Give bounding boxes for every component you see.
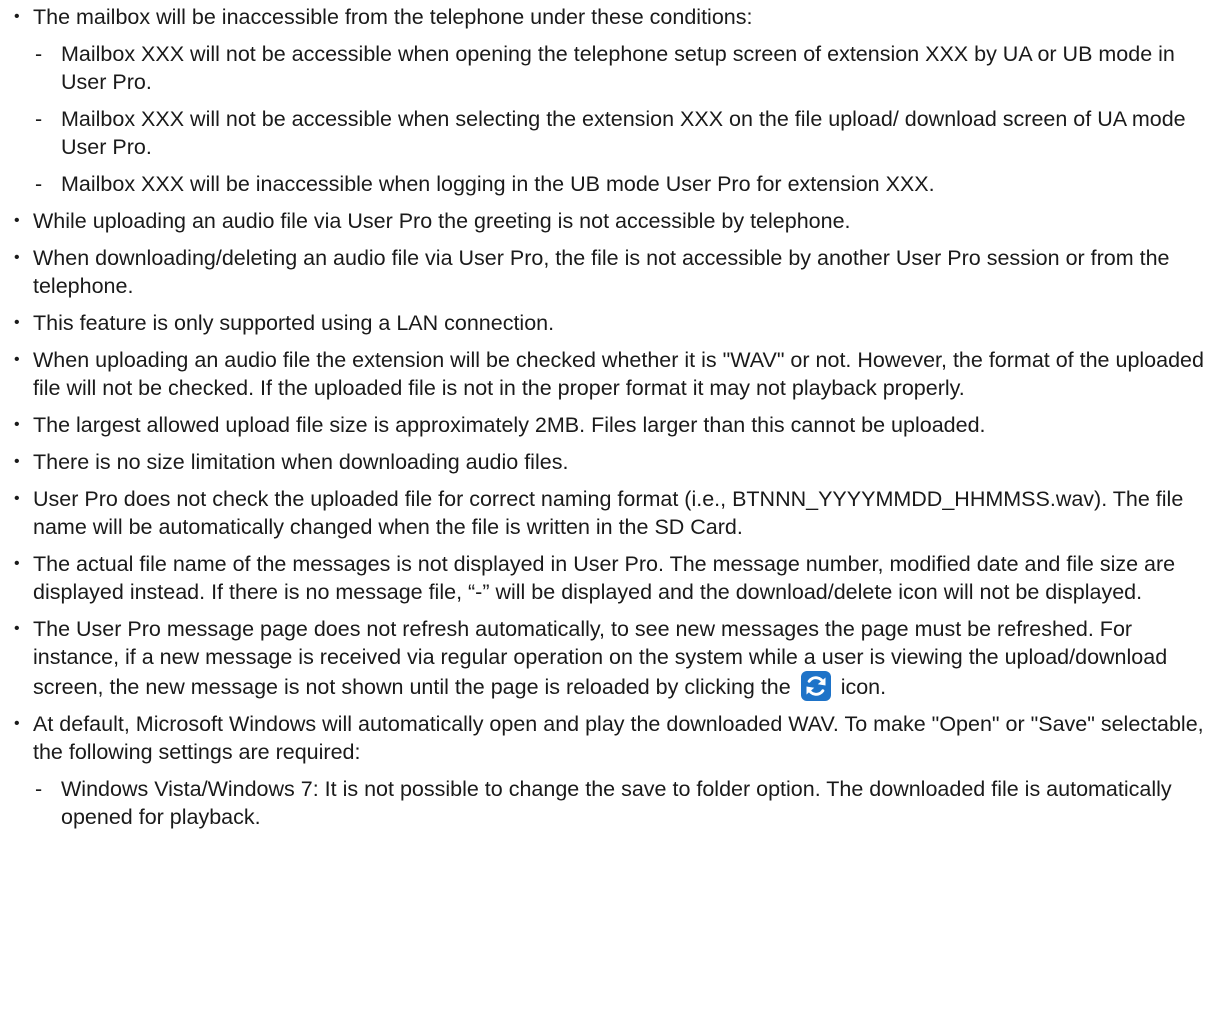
list-item: • At default, Microsoft Windows will aut… bbox=[0, 710, 1223, 831]
sub-list: - Mailbox XXX will not be accessible whe… bbox=[33, 40, 1223, 198]
document-page: • The mailbox will be inaccessible from … bbox=[0, 0, 1223, 1019]
bullet-marker: • bbox=[14, 453, 20, 470]
bullet-marker: • bbox=[14, 351, 20, 368]
notes-list: • The mailbox will be inaccessible from … bbox=[0, 0, 1223, 840]
refresh-icon bbox=[800, 671, 831, 701]
list-item: • User Pro does not check the uploaded f… bbox=[0, 485, 1223, 541]
bullet-marker: • bbox=[14, 314, 20, 331]
list-item-text: The actual file name of the messages is … bbox=[33, 552, 1176, 604]
dash-marker: - bbox=[35, 172, 43, 196]
sub-list-item: - Windows Vista/Windows 7: It is not pos… bbox=[33, 775, 1223, 831]
bullet-marker: • bbox=[14, 8, 20, 25]
sub-list-item-text: Mailbox XXX will be inaccessible when lo… bbox=[61, 172, 935, 196]
sub-list-item: - Mailbox XXX will not be accessible whe… bbox=[33, 105, 1223, 161]
bullet-marker: • bbox=[14, 715, 20, 732]
dash-marker: - bbox=[35, 42, 43, 66]
list-item: • This feature is only supported using a… bbox=[0, 309, 1223, 337]
list-item: • The User Pro message page does not ref… bbox=[0, 615, 1223, 701]
list-item-text: The User Pro message page does not refre… bbox=[33, 617, 1168, 699]
list-item-text: There is no size limitation when downloa… bbox=[33, 450, 569, 474]
dash-marker: - bbox=[35, 777, 43, 801]
bullet-marker: • bbox=[14, 249, 20, 266]
list-item-text: When uploading an audio file the extensi… bbox=[33, 348, 1204, 400]
bullet-marker: • bbox=[14, 490, 20, 507]
sub-list-item: - Mailbox XXX will be inaccessible when … bbox=[33, 170, 1223, 198]
sub-list: - Windows Vista/Windows 7: It is not pos… bbox=[33, 775, 1223, 831]
sub-list-item-text: Mailbox XXX will not be accessible when … bbox=[61, 42, 1175, 94]
bullet-marker: • bbox=[14, 212, 20, 229]
list-item-text: The mailbox will be inaccessible from th… bbox=[33, 5, 753, 29]
bullet-marker: • bbox=[14, 620, 20, 637]
list-item: • When downloading/deleting an audio fil… bbox=[0, 244, 1223, 300]
list-item: • The actual file name of the messages i… bbox=[0, 550, 1223, 606]
sub-list-item-text: Mailbox XXX will not be accessible when … bbox=[61, 107, 1186, 159]
bullet-marker: • bbox=[14, 555, 20, 572]
bullet-marker: • bbox=[14, 416, 20, 433]
list-item: • There is no size limitation when downl… bbox=[0, 448, 1223, 476]
list-item: • When uploading an audio file the exten… bbox=[0, 346, 1223, 402]
list-item: • The mailbox will be inaccessible from … bbox=[0, 3, 1223, 198]
list-item: • The largest allowed upload file size i… bbox=[0, 411, 1223, 439]
list-item-text: User Pro does not check the uploaded fil… bbox=[33, 487, 1184, 539]
sub-list-item: - Mailbox XXX will not be accessible whe… bbox=[33, 40, 1223, 96]
sub-list-item-text: Windows Vista/Windows 7: It is not possi… bbox=[61, 777, 1172, 829]
dash-marker: - bbox=[35, 107, 43, 131]
list-item-text: When downloading/deleting an audio file … bbox=[33, 246, 1170, 298]
list-item-text-suffix: icon. bbox=[840, 675, 887, 699]
list-item-text: This feature is only supported using a L… bbox=[33, 311, 555, 335]
list-item-text: While uploading an audio file via User P… bbox=[33, 209, 851, 233]
list-item-text: At default, Microsoft Windows will autom… bbox=[33, 712, 1204, 764]
list-item: • While uploading an audio file via User… bbox=[0, 207, 1223, 235]
list-item-text: The largest allowed upload file size is … bbox=[33, 413, 986, 437]
